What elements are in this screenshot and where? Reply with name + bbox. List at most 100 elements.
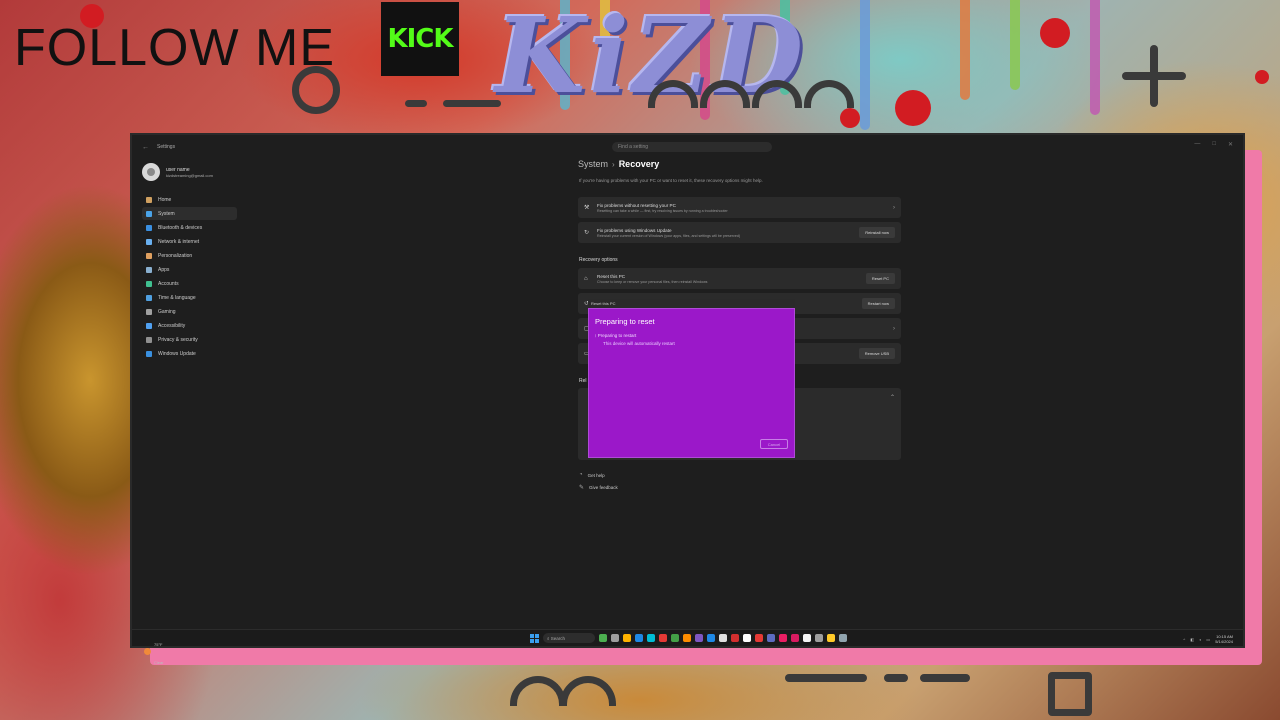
update-icon (146, 350, 152, 357)
taskbar-app-icon[interactable] (647, 634, 655, 642)
breadcrumb-system[interactable]: System (578, 159, 608, 169)
card-reset-pc: ⌂ Reset this PC Choose to keep or remove… (578, 268, 901, 289)
refresh-icon: ↻ (584, 230, 590, 236)
reset-pc-button[interactable]: Reset PC (865, 273, 895, 284)
taskbar-app-icon[interactable] (755, 634, 763, 642)
weather-temp: 75°F (154, 642, 163, 647)
settings-search-input[interactable]: Find a setting (612, 142, 772, 152)
paint-drip (1010, 0, 1020, 90)
sidebar-item-time-language[interactable]: Time & language (142, 291, 237, 304)
taskbar-app-icon[interactable] (611, 634, 619, 642)
ring-decoration (292, 66, 340, 114)
profile-email: kizdstreaming@gmail.com (166, 172, 213, 178)
taskbar-app-icon[interactable] (779, 634, 787, 642)
taskbar-app-icon[interactable] (827, 634, 835, 642)
maximize-icon[interactable]: □ (1212, 141, 1216, 148)
sidebar-item-label: Bluetooth & devices (158, 224, 203, 231)
chevron-up-icon[interactable]: ⌃ (890, 394, 895, 401)
get-help-link[interactable]: ◔ Get help (579, 472, 605, 478)
home-icon (146, 196, 152, 203)
taskbar-app-icon[interactable] (731, 634, 739, 642)
sidebar-item-label: Windows Update (158, 350, 196, 357)
network-icon[interactable]: ◧ (1190, 637, 1194, 642)
shield-icon (146, 336, 152, 343)
dialog-status: ⁝ Preparing to restart (595, 333, 637, 338)
taskbar-search[interactable]: ⌕ Search (543, 633, 595, 643)
sidebar-nav: Home System Bluetooth & devices Network & i… (142, 193, 237, 360)
taskbar-app-icon[interactable] (683, 634, 691, 642)
wifi-icon (146, 238, 152, 245)
wrench-icon: ⚒ (584, 205, 590, 211)
avatar (142, 163, 160, 181)
paint-splat (1040, 18, 1070, 48)
paint-splat (895, 90, 931, 126)
weather-widget[interactable]: 75°F Clear (144, 633, 164, 669)
taskbar-app-icon[interactable] (767, 634, 775, 642)
clock[interactable]: 10:15 AM 5/14/2024 (1215, 634, 1233, 644)
battery-icon[interactable]: ▭ (1206, 637, 1210, 642)
volume-icon[interactable]: ◖ (1199, 637, 1201, 642)
card-fix-windows-update: ↻ Fix problems using Windows Update Rein… (578, 222, 901, 243)
help-icon: ◔ (579, 472, 583, 478)
sidebar-item-windows-update[interactable]: Windows Update (142, 347, 237, 360)
taskbar-app-icon[interactable] (743, 634, 751, 642)
kick-logo-text: KICK (387, 24, 453, 54)
taskbar-app-icon[interactable] (599, 634, 607, 642)
taskbar-app-icon[interactable] (659, 634, 667, 642)
taskbar-app-icon[interactable] (695, 634, 703, 642)
sidebar-item-privacy-security[interactable]: Privacy & security (142, 333, 237, 346)
plus-decoration (1150, 45, 1158, 107)
sidebar-item-gaming[interactable]: Gaming (142, 305, 237, 318)
feedback-icon: ✎ (579, 485, 585, 491)
close-icon[interactable]: ✕ (1228, 141, 1233, 148)
paint-drip (960, 0, 970, 100)
paint-splat (1255, 70, 1269, 84)
taskbar-app-icon[interactable] (635, 634, 643, 642)
sidebar-item-label: Time & language (158, 294, 196, 301)
card-subtitle: Resetting can take a while — first, try … (597, 208, 728, 213)
settings-sidebar: user name kizdstreaming@gmail.com Home Sy… (142, 159, 237, 361)
card-title: Reset this PC (597, 273, 626, 279)
taskbar-app-icon[interactable] (719, 634, 727, 642)
sidebar-item-network-internet[interactable]: Network & internet (142, 235, 237, 248)
bar-decoration (443, 100, 501, 107)
card-title: Fix problems using Windows Update (597, 227, 672, 233)
page-title: Recovery (618, 159, 660, 169)
sidebar-item-apps[interactable]: Apps (142, 263, 237, 276)
weather-sun-icon (144, 647, 151, 655)
bar-decoration (785, 674, 867, 682)
sidebar-item-personalization[interactable]: Personalization (142, 249, 237, 262)
sidebar-item-accessibility[interactable]: Accessibility (142, 319, 237, 332)
sidebar-item-label: Gaming (158, 308, 176, 315)
taskbar-app-icon[interactable] (707, 634, 715, 642)
user-profile[interactable]: user name kizdstreaming@gmail.com (142, 159, 237, 185)
desktop-capture: ← Settings Find a setting — □ ✕ user nam… (130, 133, 1245, 665)
sidebar-item-accounts[interactable]: Accounts (142, 277, 237, 290)
chevron-up-icon[interactable]: ^ (1183, 637, 1185, 642)
give-feedback-link[interactable]: ✎ Give feedback (579, 484, 618, 491)
minimize-icon[interactable]: — (1194, 141, 1200, 148)
sidebar-item-label: Personalization (158, 252, 193, 259)
windows-start-icon[interactable] (530, 633, 539, 643)
accessibility-icon (146, 322, 152, 329)
taskbar-app-icon[interactable] (815, 634, 823, 642)
taskbar-app-icon[interactable] (623, 634, 631, 642)
taskbar-app-icon[interactable] (839, 634, 847, 642)
dialog-cancel-button[interactable]: Cancel (760, 439, 788, 449)
back-arrow-icon[interactable]: ← (142, 144, 149, 151)
taskbar-app-icon[interactable] (791, 634, 799, 642)
card-subtitle: Reinstall your current version of Window… (597, 233, 741, 238)
taskbar-app-icon[interactable] (671, 634, 679, 642)
dialog-title: Preparing to reset (595, 317, 655, 326)
reinstall-now-button[interactable]: Reinstall now (859, 227, 895, 238)
sidebar-item-system[interactable]: System (142, 207, 237, 220)
taskbar-app-icon[interactable] (803, 634, 811, 642)
remove-usb-button[interactable]: Remove USB (858, 348, 895, 359)
sidebar-item-bluetooth-devices[interactable]: Bluetooth & devices (142, 221, 237, 234)
card-fix-without-reset[interactable]: ⚒ Fix problems without resetting your PC… (578, 197, 901, 218)
taskbar-center: ⌕ Search (530, 633, 847, 643)
clock-date: 5/14/2024 (1215, 639, 1233, 644)
sidebar-item-home[interactable]: Home (142, 193, 237, 206)
taskbar: 75°F Clear ⌕ Search ^ ◧ ◖ ▭ 10:15 AM 5/1… (132, 629, 1243, 665)
restart-now-button[interactable]: Restart now (861, 298, 895, 309)
